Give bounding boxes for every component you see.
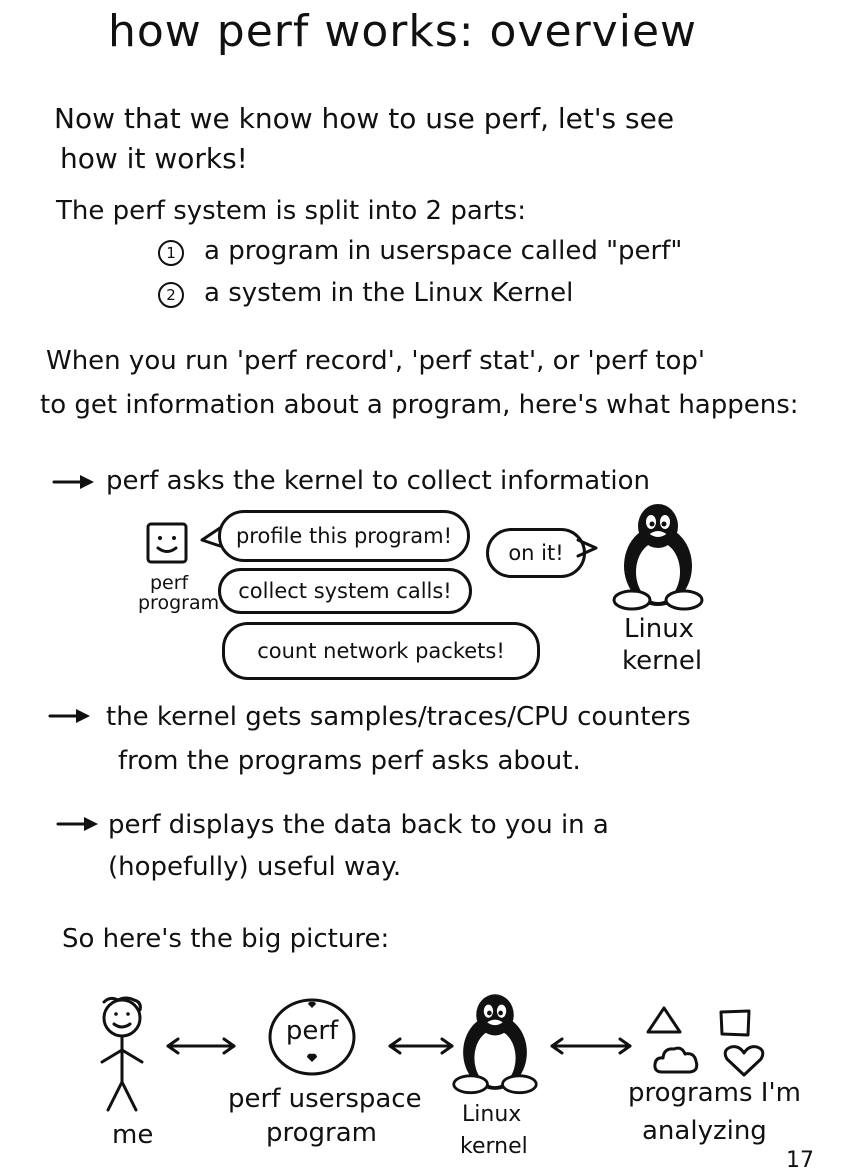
item-1-text: a program in userspace called "perf" xyxy=(204,236,683,266)
stick-figure-icon xyxy=(100,996,144,1112)
kernel-label-bottom-1: Linux xyxy=(462,1102,522,1127)
when-line-1: When you run 'perf record', 'perf stat',… xyxy=(46,346,706,376)
linux-penguin-icon xyxy=(612,504,704,611)
step-2-line-2: from the programs perf asks about. xyxy=(118,746,581,776)
perf-userspace-label-1: perf userspace xyxy=(228,1084,422,1114)
when-line-2: to get information about a program, here… xyxy=(40,390,799,420)
perf-circle-text: perf xyxy=(285,1016,339,1046)
perf-program-face-icon xyxy=(146,522,188,564)
step-1-text: perf asks the kernel to collect informat… xyxy=(106,466,651,496)
step-2-line-1: the kernel gets samples/traces/CPU count… xyxy=(106,702,691,732)
step-3-line-1: perf displays the data back to you in a xyxy=(108,810,609,840)
bubble-collect-system-calls: collect system calls! xyxy=(218,568,472,614)
page-number: 17 xyxy=(786,1148,814,1173)
square-icon xyxy=(719,1009,751,1037)
item-2-text: a system in the Linux Kernel xyxy=(204,278,574,308)
item-2-number: 2 xyxy=(158,282,184,308)
bubble-count-network-packets: count network packets! xyxy=(222,622,540,680)
kernel-label-2: kernel xyxy=(622,646,703,676)
page-title: how perf works: overview xyxy=(108,6,697,57)
step-3-line-2: (hopefully) useful way. xyxy=(108,852,402,882)
intro-line-2: how it works! xyxy=(60,142,248,175)
arrow-right-icon xyxy=(48,709,90,723)
kernel-label-1: Linux xyxy=(624,614,695,644)
triangle-icon xyxy=(646,1006,682,1034)
double-arrow-icon xyxy=(388,1037,454,1055)
heart-icon xyxy=(723,1045,765,1077)
bubble-profile-program: profile this program! xyxy=(218,510,470,562)
arrow-right-icon xyxy=(52,475,94,489)
programs-label-1: programs I'm xyxy=(628,1078,801,1108)
linux-penguin-icon xyxy=(452,994,538,1095)
programs-label-2: analyzing xyxy=(642,1116,767,1146)
intro-line-1: Now that we know how to use perf, let's … xyxy=(54,102,675,135)
kernel-label-bottom-2: kernel xyxy=(460,1134,528,1159)
double-arrow-icon xyxy=(166,1037,236,1055)
parts-heading: The perf system is split into 2 parts: xyxy=(56,196,526,226)
me-label: me xyxy=(112,1120,154,1150)
item-1-number: 1 xyxy=(158,240,184,266)
perf-program-label-1: perf xyxy=(150,572,189,594)
cloud-icon xyxy=(653,1046,699,1074)
bubble-on-it: on it! xyxy=(486,528,586,578)
bubble-tail-right xyxy=(576,538,598,558)
perf-userspace-label-2: program xyxy=(266,1118,377,1148)
perf-program-label-2: program xyxy=(138,592,220,614)
big-picture-heading: So here's the big picture: xyxy=(62,924,390,954)
double-arrow-icon xyxy=(550,1037,632,1055)
arrow-right-icon xyxy=(56,817,98,831)
bubble-tail xyxy=(200,526,222,548)
